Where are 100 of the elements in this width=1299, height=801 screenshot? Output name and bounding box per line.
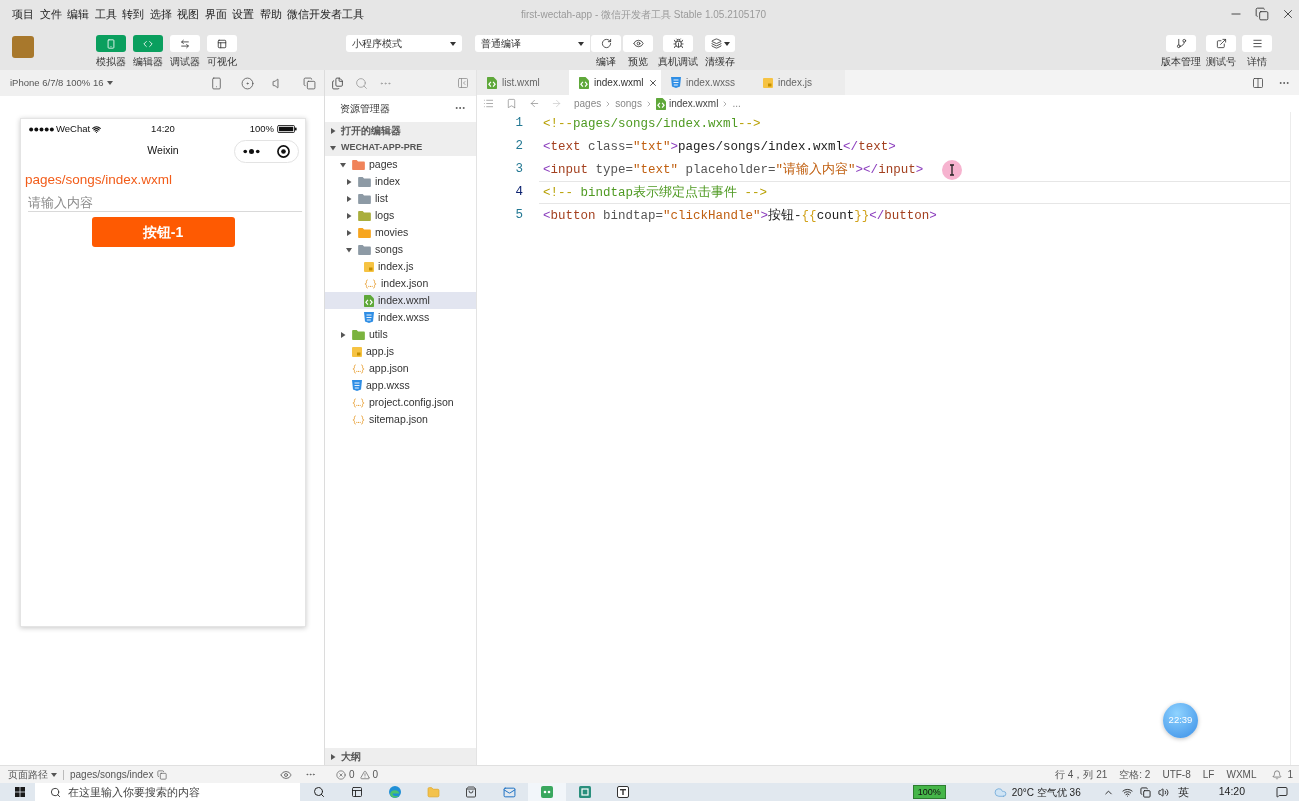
file-item[interactable]: project.config.json — [325, 394, 476, 411]
caret-right-icon[interactable] — [346, 229, 352, 236]
phone-icon[interactable] — [210, 76, 223, 90]
caret-right-icon[interactable] — [330, 127, 336, 134]
menu-item[interactable]: 工具 — [94, 7, 117, 21]
app-icon[interactable] — [617, 786, 629, 798]
layers-icon[interactable] — [710, 38, 722, 49]
breadcrumb-item[interactable]: pages — [574, 96, 602, 111]
error-icon[interactable] — [336, 769, 346, 780]
caret-right-icon[interactable] — [346, 212, 352, 219]
page-path-dropdown[interactable]: 页面路径 — [8, 767, 57, 782]
notification-icon[interactable] — [1276, 786, 1288, 798]
caret-down-icon[interactable] — [340, 161, 346, 168]
warning-count[interactable]: 0 — [372, 767, 379, 782]
breadcrumb-item[interactable]: ... — [732, 96, 741, 111]
caret-down-icon[interactable] — [330, 144, 336, 151]
file-item[interactable]: index.json — [325, 275, 476, 292]
close-icon[interactable] — [648, 77, 659, 88]
record-icon[interactable] — [241, 76, 254, 90]
menu-item[interactable]: 微信开发者工具 — [287, 7, 364, 21]
mail-icon[interactable] — [502, 785, 516, 799]
error-count[interactable]: 0 — [349, 767, 355, 782]
caret-right-icon[interactable] — [346, 178, 352, 185]
layout-icon[interactable] — [217, 38, 227, 49]
taskbar-search-field[interactable]: 在这里输入你要搜索的内容 — [35, 783, 300, 801]
file-item[interactable]: sitemap.json — [325, 411, 476, 428]
text-input[interactable]: 请输入内容 — [28, 194, 302, 212]
restore-icon[interactable] — [1255, 7, 1269, 21]
file-item[interactable]: index.wxml — [325, 292, 476, 309]
start-icon[interactable] — [15, 787, 25, 797]
bug-icon[interactable] — [672, 38, 684, 49]
close-icon[interactable] — [1281, 7, 1295, 21]
editor-tab[interactable]: index.wxml — [569, 70, 661, 95]
file-item[interactable]: index.js — [325, 258, 476, 275]
target-icon[interactable] — [276, 144, 290, 158]
caret-down-icon[interactable] — [51, 772, 57, 777]
toolbar-button[interactable] — [591, 35, 621, 52]
toolbar-button[interactable] — [1206, 35, 1236, 52]
network-icon[interactable] — [1121, 786, 1133, 798]
editor-tab[interactable]: index.js — [753, 70, 845, 95]
caret-right-icon[interactable] — [330, 753, 336, 760]
menu-item[interactable]: 转到 — [122, 7, 144, 21]
line-ending[interactable]: LF — [1202, 767, 1215, 782]
caret-right-icon[interactable] — [340, 331, 346, 338]
split-editor-icon[interactable] — [1252, 76, 1264, 89]
eye-icon[interactable] — [632, 38, 644, 49]
device-dropdown[interactable]: iPhone 6/7/8 100% 16 — [10, 75, 113, 91]
external-link-icon[interactable] — [1215, 38, 1227, 49]
caret-right-icon[interactable] — [346, 195, 352, 202]
encoding[interactable]: UTF-8 — [1162, 767, 1191, 782]
editor-tab[interactable]: index.wxss — [661, 70, 753, 95]
toolbar-button[interactable] — [623, 35, 653, 52]
menu-item[interactable]: 帮助 — [259, 7, 282, 21]
folder-item[interactable]: pages — [325, 156, 476, 173]
mode-dropdown[interactable]: 小程序模式 — [346, 35, 462, 52]
toolbar-button[interactable] — [705, 35, 735, 52]
menu-item[interactable]: 设置 — [232, 7, 254, 21]
breadcrumb-item[interactable]: index.wxml — [668, 96, 719, 111]
folder-item[interactable]: list — [325, 190, 476, 207]
indent-setting[interactable]: 空格: 2 — [1119, 767, 1151, 782]
bell-icon[interactable] — [1272, 769, 1283, 780]
file-item[interactable]: app.json — [325, 360, 476, 377]
shopping-bag-icon[interactable] — [465, 786, 477, 798]
search-icon[interactable] — [50, 786, 61, 798]
file-item[interactable]: index.wxss — [325, 309, 476, 326]
browser-icon[interactable] — [389, 786, 401, 798]
menu-item[interactable]: 编辑 — [67, 7, 89, 21]
display-icon[interactable] — [1139, 786, 1151, 798]
copy-icon[interactable] — [157, 769, 168, 780]
caret-down-icon[interactable] — [723, 41, 730, 46]
copy-icon[interactable] — [303, 76, 316, 90]
view-toggle[interactable] — [207, 35, 237, 52]
section-header[interactable]: WECHAT-APP-PRE — [325, 139, 476, 156]
view-toggle[interactable] — [96, 35, 126, 52]
branch-icon[interactable] — [1175, 38, 1187, 49]
files-icon[interactable] — [331, 76, 344, 90]
view-toggle[interactable] — [170, 35, 200, 52]
search-icon[interactable] — [313, 786, 325, 798]
arrows-icon[interactable] — [180, 38, 190, 49]
language-mode[interactable]: WXML — [1226, 767, 1257, 782]
editor-tab[interactable]: list.wxml — [477, 70, 569, 95]
menu-item[interactable]: 选择 — [149, 7, 172, 21]
refresh-icon[interactable] — [600, 38, 612, 49]
menu-item[interactable]: 界面 — [204, 7, 227, 21]
task-view-icon[interactable] — [351, 786, 363, 798]
weather-text[interactable]: 20°C 空气优 36 — [1011, 784, 1081, 800]
notification-count[interactable]: 1 — [1287, 767, 1293, 782]
more-dots-icon[interactable] — [243, 148, 261, 154]
menu-item[interactable]: 文件 — [39, 7, 62, 21]
caret-down-icon[interactable] — [346, 246, 352, 253]
folder-item[interactable]: utils — [325, 326, 476, 343]
view-toggle[interactable] — [133, 35, 163, 52]
grid-app-icon[interactable] — [579, 786, 591, 798]
eye-icon[interactable] — [280, 768, 292, 781]
menu-icon[interactable] — [1251, 38, 1263, 49]
file-item[interactable]: app.wxss — [325, 377, 476, 394]
cursor-position[interactable]: 行 4，列 21 — [1055, 767, 1108, 782]
file-item[interactable]: app.js — [325, 343, 476, 360]
section-header[interactable]: 大纲 — [325, 748, 476, 765]
folder-item[interactable]: songs — [325, 241, 476, 258]
